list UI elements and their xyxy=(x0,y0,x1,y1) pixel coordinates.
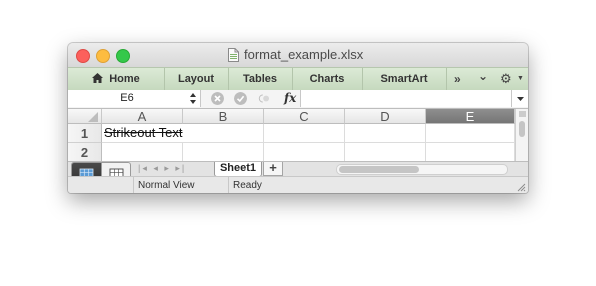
scroll-lines-icon xyxy=(519,111,526,117)
cell-d2[interactable] xyxy=(345,143,426,162)
cell-a1-text: Strikeout Text xyxy=(104,125,183,140)
row-header-2[interactable]: 2 xyxy=(68,143,102,162)
tab-tables[interactable]: Tables xyxy=(228,68,293,90)
app-window: format_example.xlsx Home Layout Tables C… xyxy=(68,43,528,193)
name-box-stepper[interactable] xyxy=(186,90,201,107)
corner-triangle-icon xyxy=(88,112,98,122)
stepper-icon xyxy=(190,93,196,104)
undo-icon[interactable] xyxy=(257,92,270,105)
clear-icon[interactable] xyxy=(211,92,224,105)
title-bar: format_example.xlsx xyxy=(68,43,528,67)
spreadsheet-grid: A B C D E 1 2 Strikeout Text xyxy=(68,109,515,162)
column-header-d[interactable]: D xyxy=(345,109,426,124)
add-sheet-button[interactable]: + xyxy=(263,161,283,176)
cell-c1[interactable] xyxy=(264,124,345,143)
tab-home-label: Home xyxy=(109,73,140,85)
formula-expand-button[interactable] xyxy=(511,90,528,107)
horizontal-scroll-thumb[interactable] xyxy=(339,166,419,173)
ribbon-tabs: Home Layout Tables Charts SmartArt » ⌄ ⚙… xyxy=(68,67,528,91)
close-button[interactable] xyxy=(76,49,90,63)
settings-dropdown-icon[interactable]: ▼ xyxy=(517,68,524,90)
home-icon xyxy=(92,73,104,83)
column-header-b[interactable]: B xyxy=(183,109,264,124)
cell-b2[interactable] xyxy=(183,143,264,162)
vertical-scroll-thumb[interactable] xyxy=(519,121,525,137)
formula-bar: E6 fx xyxy=(68,90,528,109)
minimize-button[interactable] xyxy=(96,49,110,63)
row-header-1[interactable]: 1 xyxy=(68,124,102,143)
ribbon-settings-icon[interactable]: ⚙ xyxy=(500,68,512,90)
confirm-icon[interactable] xyxy=(234,92,247,105)
cell-b1[interactable] xyxy=(183,124,264,143)
chevron-down-icon xyxy=(517,97,524,101)
cell-e1[interactable] xyxy=(426,124,515,143)
vertical-scrollbar[interactable] xyxy=(515,109,528,161)
column-header-e[interactable]: E xyxy=(426,109,515,124)
tab-charts[interactable]: Charts xyxy=(292,68,363,90)
maximize-button[interactable] xyxy=(116,49,130,63)
ribbon-overflow-icon[interactable]: » xyxy=(454,68,461,90)
ribbon-collapse-icon[interactable]: ⌄ xyxy=(478,65,488,87)
formula-input[interactable] xyxy=(300,90,511,107)
status-view-mode: Normal View xyxy=(133,177,228,193)
cell-e2[interactable] xyxy=(426,143,515,162)
column-header-a[interactable]: A xyxy=(102,109,183,124)
sheet-nav-arrows[interactable]: |◂ ◂ ▸ ▸| xyxy=(138,163,186,174)
name-box[interactable]: E6 xyxy=(68,90,187,107)
tab-home[interactable]: Home xyxy=(68,68,165,90)
tab-layout[interactable]: Layout xyxy=(164,68,229,90)
window-title: format_example.xlsx xyxy=(244,47,364,62)
horizontal-scrollbar[interactable] xyxy=(336,164,508,175)
sheet-tabs-bar: |◂ ◂ ▸ ▸| Sheet1 + xyxy=(68,161,528,177)
resize-grip-icon[interactable] xyxy=(516,182,526,192)
sheet-tab-sheet1[interactable]: Sheet1 xyxy=(214,162,262,177)
column-header-c[interactable]: C xyxy=(264,109,345,124)
tab-smartart[interactable]: SmartArt xyxy=(362,68,447,90)
cell-a2[interactable] xyxy=(102,143,183,162)
status-bar: Normal View Ready xyxy=(68,176,528,193)
select-all-corner[interactable] xyxy=(68,109,102,124)
cell-d1[interactable] xyxy=(345,124,426,143)
function-button[interactable]: fx xyxy=(284,91,296,105)
status-ready: Ready xyxy=(228,177,516,193)
document-icon xyxy=(228,48,239,62)
